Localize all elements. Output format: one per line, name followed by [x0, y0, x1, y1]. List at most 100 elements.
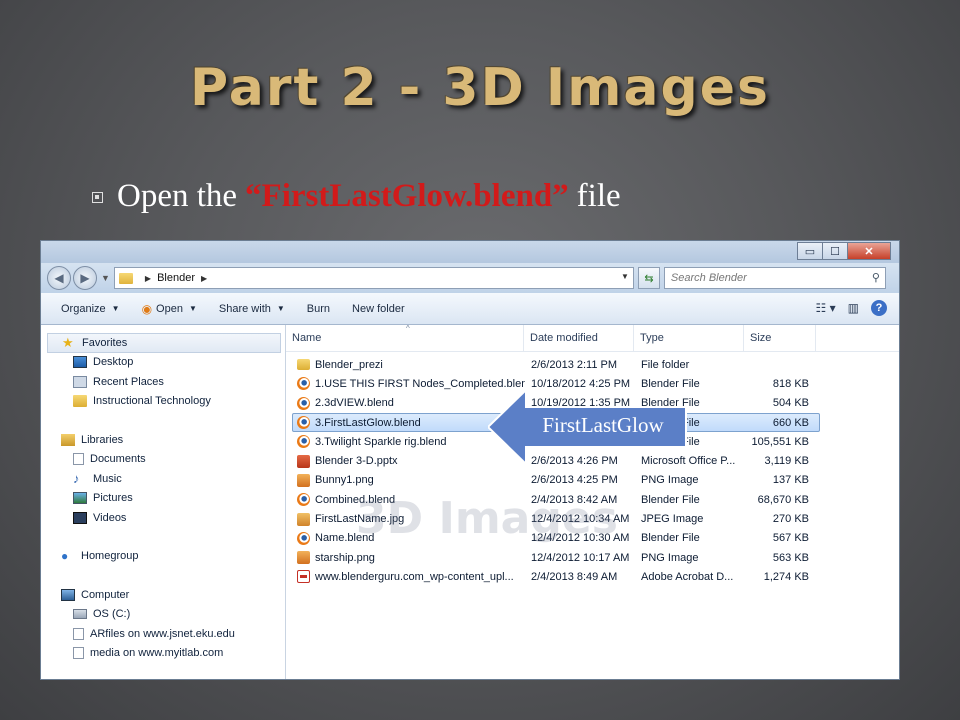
file-row[interactable]: FirstLastName.jpg 12/4/2012 10:34 AM JPEG …	[292, 509, 820, 528]
nav-arfiles[interactable]: ARfiles on www.jsnet.eku.edu	[41, 624, 285, 644]
back-button[interactable]: ◀	[47, 266, 71, 290]
breadcrumb-arrow-icon[interactable]: ▶	[201, 274, 207, 283]
navigation-pane[interactable]: ★ Favorites Desktop Recent Places Instru…	[41, 325, 286, 679]
file-name: 1.USE THIS FIRST Nodes_Completed.blend	[293, 377, 525, 391]
blend-icon	[297, 416, 310, 430]
search-icon[interactable]: ⚲	[872, 271, 880, 284]
nav-label: Music	[93, 472, 122, 485]
nav-media[interactable]: media on www.myitlab.com	[41, 644, 285, 664]
file-list-pane[interactable]: ^ Name Date modified Type Size Blender_p…	[286, 324, 899, 679]
file-name-text: 1.USE THIS FIRST Nodes_Completed.blend	[315, 377, 525, 390]
nav-recent-places[interactable]: Recent Places	[41, 372, 285, 392]
share-with-button[interactable]: Share with ▼	[219, 303, 285, 315]
bullet-square-icon	[92, 191, 103, 203]
slide-title: Part 2 - 3D Images	[190, 58, 770, 118]
libraries-icon	[61, 433, 75, 446]
png-icon	[297, 473, 310, 487]
nav-instructional-technology[interactable]: Instructional Technology	[41, 392, 285, 412]
file-size: 563 KB	[772, 551, 809, 564]
breadcrumb-arrow-icon[interactable]: ▶	[145, 274, 151, 283]
callout-label: FirstLastGlow	[542, 413, 664, 437]
address-bar[interactable]: ▶ Blender ▶ ▼	[113, 267, 634, 289]
column-name[interactable]: Name	[286, 325, 524, 351]
file-size: 68,670 KB	[757, 493, 809, 506]
refresh-button[interactable]: ⇆	[637, 267, 660, 289]
file-row[interactable]: Name.blend 12/4/2012 10:30 AM Blender File…	[292, 529, 820, 548]
nav-os-drive[interactable]: OS (C:)	[41, 605, 285, 625]
folder-icon	[297, 359, 310, 371]
file-type: PNG Image	[641, 551, 699, 564]
organize-button[interactable]: Organize ▼	[61, 303, 120, 315]
file-size: 818 KB	[772, 377, 809, 390]
burn-label: Burn	[306, 302, 331, 315]
refresh-icon: ⇆	[644, 272, 654, 285]
nav-label: OS (C:)	[93, 608, 131, 621]
network-drive-icon	[73, 647, 84, 660]
blend-icon	[297, 493, 310, 507]
search-input[interactable]: Search Blender ⚲	[663, 267, 886, 289]
computer-icon	[61, 588, 75, 601]
nav-favorites[interactable]: ★ Favorites	[47, 333, 281, 353]
explorer-window: ▭ ☐ ✕ ◀ ▶ ▼ ▶ Blender ▶ ▼ ⇆ Search Blend…	[40, 240, 900, 680]
nav-label: Computer	[81, 588, 130, 601]
nav-label: Homegroup	[81, 550, 139, 563]
file-name-text: 2.3dVIEW.blend	[315, 397, 394, 410]
nav-videos[interactable]: Videos	[41, 508, 285, 528]
file-size: 660 KB	[772, 416, 809, 429]
recent-pages-dropdown[interactable]: ▼	[101, 273, 110, 283]
close-button[interactable]: ✕	[847, 242, 891, 260]
desktop-icon	[73, 356, 87, 369]
breadcrumb-segment[interactable]: Blender	[157, 272, 195, 284]
file-type: Blender File	[641, 532, 700, 545]
file-size: 270 KB	[772, 513, 809, 526]
folder-icon	[73, 395, 87, 408]
file-size: 3,119 KB	[764, 455, 809, 468]
documents-icon	[73, 453, 84, 466]
column-size[interactable]: Size	[744, 325, 816, 351]
minimize-button[interactable]: ▭	[797, 242, 823, 260]
file-date: 12/4/2012 10:30 AM	[531, 532, 630, 545]
network-drive-icon	[73, 627, 84, 640]
open-button[interactable]: ◉ Open ▼	[142, 302, 197, 316]
nav-music[interactable]: ♪ Music	[41, 469, 285, 489]
bullet-prefix: Open the	[117, 177, 238, 214]
help-icon[interactable]: ?	[871, 300, 887, 316]
nav-pictures[interactable]: Pictures	[41, 489, 285, 509]
explorer-body: ★ Favorites Desktop Recent Places Instru…	[41, 324, 899, 679]
address-row: ◀ ▶ ▼ ▶ Blender ▶ ▼ ⇆ Search Blender ⚲	[41, 263, 899, 293]
column-type[interactable]: Type	[634, 325, 744, 351]
maximize-button[interactable]: ☐	[822, 242, 848, 260]
music-icon: ♪	[73, 471, 80, 487]
file-name: FirstLastName.jpg	[293, 512, 525, 526]
nav-label: Instructional Technology	[93, 395, 211, 408]
file-row[interactable]: www.blenderguru.com_wp-content_upl... 2/4…	[292, 567, 820, 586]
nav-label: media on www.myitlab.com	[90, 647, 224, 660]
forward-button[interactable]: ▶	[73, 266, 97, 290]
file-date: 2/4/2013 8:49 AM	[531, 570, 618, 583]
file-type: Blender File	[641, 377, 700, 390]
view-options-icon[interactable]: ☷ ▾	[816, 301, 836, 315]
address-dropdown-icon[interactable]: ▼	[621, 272, 629, 281]
file-type: Blender File	[641, 493, 700, 506]
nav-desktop[interactable]: Desktop	[41, 353, 285, 373]
file-name-text: Blender_prezi	[315, 358, 383, 371]
new-folder-button[interactable]: New folder	[352, 303, 405, 315]
blend-icon	[297, 531, 310, 545]
preview-pane-icon[interactable]: ▥	[848, 301, 859, 315]
png-icon	[297, 551, 310, 565]
column-date-modified[interactable]: Date modified	[524, 325, 634, 351]
nav-homegroup[interactable]: ● Homegroup	[41, 547, 285, 567]
nav-documents[interactable]: Documents	[41, 450, 285, 470]
nav-libraries[interactable]: Libraries	[41, 430, 285, 450]
file-row[interactable]: Bunny1.png 2/6/2013 4:25 PM PNG Image 137 K…	[292, 471, 820, 490]
nav-computer[interactable]: Computer	[41, 585, 285, 605]
file-row[interactable]: Blender_prezi 2/6/2013 2:11 PM File folder	[292, 355, 820, 374]
pptx-icon	[297, 454, 310, 468]
command-toolbar: Organize ▼ ◉ Open ▼ Share with ▼ Burn New f…	[41, 293, 899, 325]
burn-button[interactable]: Burn	[307, 303, 330, 315]
file-date: 2/6/2013 4:25 PM	[531, 474, 618, 487]
file-row[interactable]: starship.png 12/4/2012 10:17 AM PNG Image 5…	[292, 548, 820, 567]
file-row[interactable]: Combined.blend 2/4/2013 8:42 AM Blender Fi…	[292, 490, 820, 509]
pictures-icon	[73, 492, 87, 505]
folder-icon	[118, 272, 133, 284]
